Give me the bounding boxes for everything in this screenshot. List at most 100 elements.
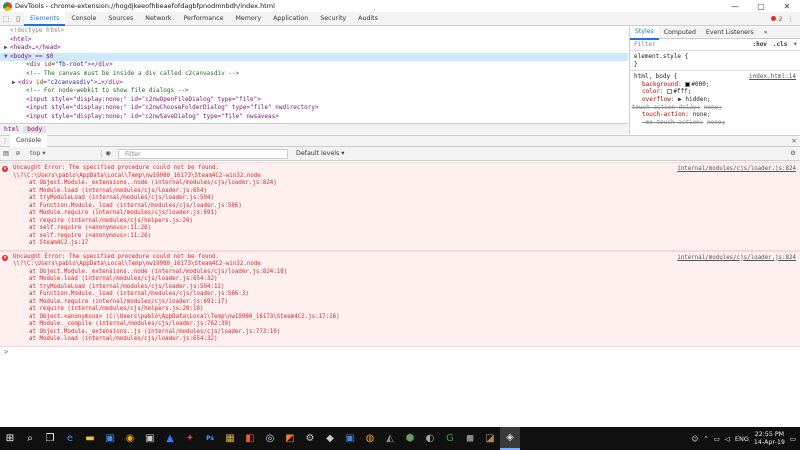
styles-tab-2[interactable]: Event Listeners [701, 27, 759, 39]
stack-frame[interactable]: at Object.<anonymous> (C:\Users\pablo\Ap… [3, 314, 800, 322]
dom-node-line[interactable]: <input style="display:none;" id="c2nwCho… [0, 104, 628, 113]
app-icon-5[interactable]: ◐ [420, 427, 440, 450]
tab-performance[interactable]: Performance [178, 12, 230, 26]
styles-tab-0[interactable]: Styles [630, 27, 659, 40]
tab-audits[interactable]: Audits [352, 12, 384, 26]
settings-icon[interactable]: ⚙ [300, 427, 320, 450]
drawer-menu-icon[interactable]: ⋮ [0, 138, 10, 145]
stack-frame[interactable]: at tryModuleLoad (internal/modules/cjs/l… [3, 195, 800, 203]
console-prompt[interactable]: > [0, 347, 800, 357]
terminal-icon[interactable]: ▣ [140, 427, 160, 450]
stack-frame[interactable]: at require (internal/modules/cjs/helpers… [3, 218, 800, 226]
clear-console-icon[interactable]: ⊘ [12, 150, 24, 157]
dom-node-line[interactable]: ▼ <body> == $0 [0, 52, 628, 62]
styles-filter-input[interactable]: Filter [630, 41, 749, 48]
language-indicator[interactable]: ENG [735, 435, 749, 443]
dom-node-line[interactable]: <!-- For node-webkit to show file dialog… [0, 87, 628, 96]
dom-node-line[interactable]: ▶ <head>…</head> [0, 44, 628, 53]
store-icon[interactable]: ▣ [100, 427, 120, 450]
game-icon[interactable]: ▣ [340, 427, 360, 450]
breadcrumb-item-body[interactable]: body [23, 125, 47, 133]
bag-icon[interactable]: ◧ [240, 427, 260, 450]
stack-frame[interactable]: at Module.require (internal/modules/cjs/… [3, 210, 800, 218]
photoshop-icon[interactable]: Ps [200, 427, 220, 450]
styles-tab-3[interactable]: » [759, 27, 773, 39]
steam-icon[interactable]: ◎ [260, 427, 280, 450]
tab-sources[interactable]: Sources [102, 12, 139, 26]
css-property[interactable]: touch-action: none; [634, 111, 796, 119]
search-icon[interactable]: ⌕ [20, 427, 40, 450]
people-icon[interactable]: ☺ [692, 435, 699, 443]
stack-frame[interactable]: at Function.Module._load (internal/modul… [3, 291, 800, 299]
stack-frame[interactable]: at Object.Module._extensions..js (intern… [3, 329, 800, 337]
volume-icon[interactable]: ◁ [725, 435, 730, 443]
error-count-badge[interactable]: 2 [769, 15, 783, 23]
dom-node-line[interactable]: <html> [0, 36, 628, 45]
cls-toggle[interactable]: .cls [770, 41, 790, 48]
tab-elements[interactable]: Elements [24, 11, 66, 26]
devtools-icon[interactable]: ◈ [500, 427, 520, 450]
sidebar-toggle-icon[interactable]: ▤ [0, 150, 12, 157]
context-selector[interactable]: top ▾ [24, 150, 102, 157]
app-icon-7[interactable]: ◪ [480, 427, 500, 450]
rule-source-link[interactable]: index.html:14 [749, 73, 796, 81]
file-manager-icon[interactable]: ▦ [220, 427, 240, 450]
app-icon-2[interactable]: ◩ [280, 427, 300, 450]
edge-icon[interactable]: e [60, 427, 80, 450]
green-app-icon[interactable]: G [440, 427, 460, 450]
add-rule-button[interactable]: + [790, 41, 800, 48]
stack-frame[interactable]: at Object.Module._extensions..node (inte… [3, 180, 800, 188]
stack-frame[interactable]: at Function.Module._load (internal/modul… [3, 203, 800, 211]
stack-frame[interactable]: at self.require (<anonymous>:11:26) [3, 233, 800, 241]
css-property[interactable]: overflow: ▶ hidden; [634, 96, 796, 104]
maximize-icon[interactable]: ▢ [748, 0, 774, 12]
device-toolbar-icon[interactable]: ▯ [12, 12, 24, 26]
notification-icon[interactable]: ▭ [790, 435, 796, 443]
error-source-link[interactable]: internal/modules/cjs/loader.js:824 [677, 166, 796, 172]
css-property[interactable]: ⚠touch-action-delay: none; [632, 104, 796, 112]
dom-node-line[interactable]: <!doctype html> [0, 27, 628, 36]
error-source-link[interactable]: internal/modules/cjs/loader.js:824 [677, 255, 796, 261]
app-icon-4[interactable]: ⬢ [400, 427, 420, 450]
stack-frame[interactable]: at Module.load (internal/modules/cjs/loa… [3, 276, 800, 284]
hov-toggle[interactable]: :hov [749, 41, 769, 48]
tab-console[interactable]: Console [65, 12, 102, 26]
app-icon-6[interactable]: ◼ [460, 427, 480, 450]
windows-start-icon[interactable]: ⊞ [0, 427, 20, 450]
stack-frame[interactable]: at self.require (<anonymous>:11:26) [3, 225, 800, 233]
drawer-close-icon[interactable]: ✕ [788, 138, 800, 145]
stack-frame[interactable]: at Module.require (internal/modules/cjs/… [3, 299, 800, 307]
stack-frame[interactable]: at Module.load (internal/modules/cjs/loa… [3, 336, 800, 344]
css-property[interactable]: -ms-touch-action: none; [634, 119, 796, 127]
tab-application[interactable]: Application [267, 12, 314, 26]
kebab-menu-icon[interactable]: ⋮ [788, 15, 795, 23]
stack-frame[interactable]: at tryModuleLoad (internal/modules/cjs/l… [3, 284, 800, 292]
stack-frame[interactable]: at Module._compile (internal/modules/cjs… [3, 321, 800, 329]
construct-icon[interactable]: ✦ [180, 427, 200, 450]
stack-frame[interactable]: at require (internal/modules/cjs/helpers… [3, 306, 800, 314]
chrome-icon[interactable]: ◉ [120, 427, 140, 450]
task-view-icon[interactable]: ❐ [40, 427, 60, 450]
color-swatch[interactable] [667, 89, 673, 95]
app-icon-3[interactable]: ◭ [380, 427, 400, 450]
dom-node-line[interactable]: ▶ <div id="c2canvasdiv">…</div> [0, 79, 628, 88]
clock[interactable]: 22:55 PM 14-Apr-19 [754, 431, 785, 447]
controller-icon[interactable]: ◆ [320, 427, 340, 450]
color-swatch[interactable] [685, 81, 691, 87]
tab-security[interactable]: Security [314, 12, 352, 26]
dom-node-line[interactable]: <!-- The canvas must be inside a div cal… [0, 70, 628, 79]
inspect-element-icon[interactable]: ⬚ [0, 12, 12, 26]
network-icon[interactable]: ▭ [714, 435, 720, 443]
styles-tab-1[interactable]: Computed [659, 27, 701, 39]
breadcrumb-item-html[interactable]: html [0, 126, 23, 133]
stack-frame[interactable]: at Steam4C2.js:17 [3, 240, 800, 248]
tab-network[interactable]: Network [139, 12, 177, 26]
dom-node-line[interactable]: <div id="fb-root"></div> [0, 61, 628, 70]
app-icon[interactable]: ▲ [160, 427, 180, 450]
eye-icon[interactable]: ◉ [102, 150, 114, 157]
blender-icon[interactable]: ◍ [360, 427, 380, 450]
minimize-icon[interactable]: — [722, 0, 748, 12]
tab-memory[interactable]: Memory [229, 12, 267, 26]
dom-node-line[interactable]: <input style="display:none;" id="c2nwSav… [0, 113, 628, 122]
folder-icon[interactable]: ▬ [80, 427, 100, 450]
